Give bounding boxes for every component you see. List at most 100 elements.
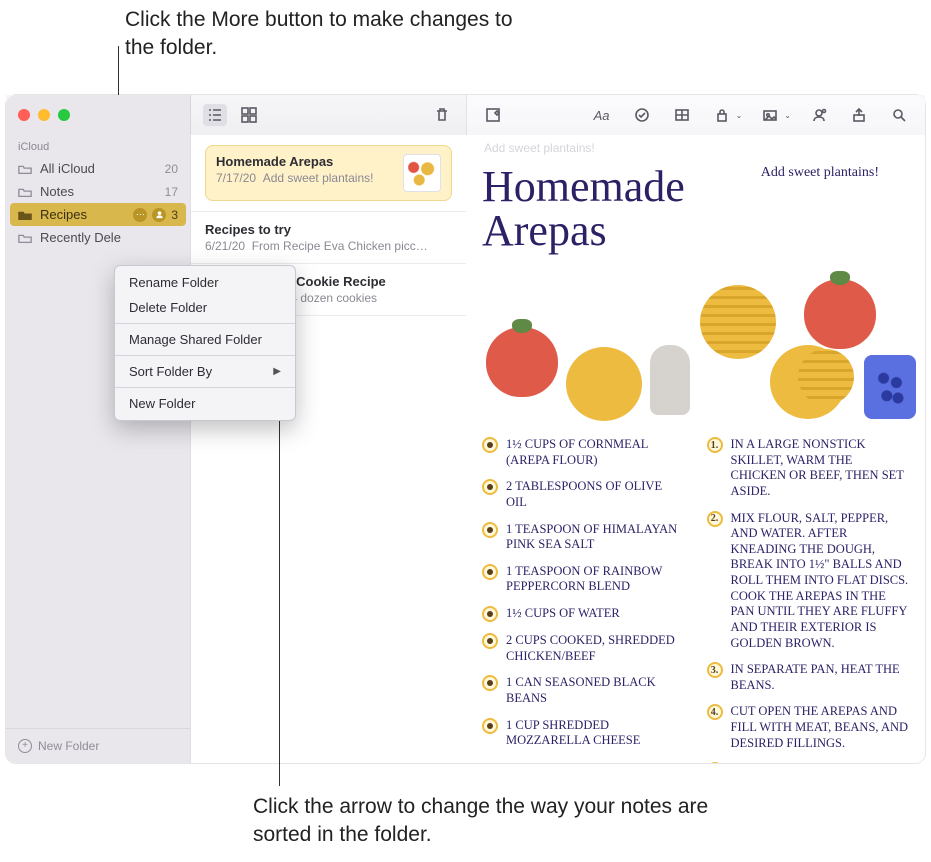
bullet-icon: [482, 522, 498, 538]
minimize-window-button[interactable]: [38, 109, 50, 121]
step-text: In separate pan, heat the beans.: [731, 662, 910, 693]
step-text: In a large nonstick skillet, warm the ch…: [731, 437, 910, 500]
sidebar-item-count: 17: [165, 185, 178, 199]
bullet-icon: [482, 675, 498, 691]
recipe-columns: 1½ cups of cornmeal (arepa flour) 2 table…: [482, 437, 909, 763]
bullet-icon: [482, 437, 498, 453]
callout-top: Click the More button to make changes to…: [125, 6, 545, 63]
sidebar-section-heading: iCloud: [6, 135, 190, 157]
note-subtitle: s 4 dozen cookies: [281, 291, 452, 305]
ingredient-text: 2 tablespoons of olive oil: [506, 479, 685, 510]
handwritten-sticker: Add sweet plantains!: [761, 165, 879, 181]
toolbar-note-zone: Aa ⌄ ⌄: [466, 95, 925, 135]
step-item: 2. Mix flour, salt, pepper, and water. Af…: [707, 511, 910, 652]
ingredient-item: 1½ cups of water: [482, 606, 685, 622]
new-note-button[interactable]: [481, 104, 505, 126]
sidebar-item-label: Notes: [40, 184, 74, 199]
menu-separator: [115, 387, 295, 388]
sidebar-item-recipes[interactable]: Recipes ⋯ 3: [10, 203, 186, 226]
menu-separator: [115, 355, 295, 356]
callout-bottom: Click the arrow to change the way your n…: [253, 793, 713, 850]
ingredient-item: 2 tablespoons of olive oil: [482, 479, 685, 510]
bullet-icon: [482, 718, 498, 734]
folder-icon: [18, 209, 32, 221]
step-item: 4. Cut open the arepas and fill with meat…: [707, 704, 910, 751]
sidebar-item-notes[interactable]: Notes 17: [6, 180, 190, 203]
sidebar-item-recently-deleted[interactable]: Recently Dele: [6, 226, 190, 249]
sidebar-item-all-icloud[interactable]: All iCloud 20: [6, 157, 190, 180]
sidebar-item-label: Recipes: [40, 207, 87, 222]
ingredient-text: 1 cup shredded mozzarella cheese: [506, 718, 685, 749]
menu-item[interactable]: Sort Folder By▶: [115, 359, 295, 384]
ingredient-item: 1 cup shredded mozzarella cheese: [482, 718, 685, 749]
share-button[interactable]: [847, 104, 871, 126]
shared-icon: [152, 208, 166, 222]
checklist-button[interactable]: [630, 104, 654, 126]
bullet-icon: [482, 633, 498, 649]
new-folder-button[interactable]: + New Folder: [6, 728, 190, 763]
toolbar-sidebar-zone: [6, 95, 190, 135]
collaborate-button[interactable]: [807, 104, 831, 126]
step-text: Serve with rice.: [731, 762, 840, 763]
ingredient-text: 1½ cups of cornmeal (arepa flour): [506, 437, 685, 468]
bullet-icon: [482, 564, 498, 580]
sidebar-item-label: Recently Dele: [40, 230, 121, 245]
folder-icon: [18, 163, 32, 175]
photo-icon: [758, 104, 782, 126]
ingredient-item: 1 teaspoon of rainbow peppercorn blend: [482, 564, 685, 595]
folder-context-menu: Rename FolderDelete Folder Manage Shared …: [114, 265, 296, 421]
ingredient-text: 1 can seasoned black beans: [506, 675, 685, 706]
note-item-selected[interactable]: Homemade Arepas 7/17/20 Add sweet planta…: [191, 135, 466, 212]
bullet-icon: [482, 479, 498, 495]
media-menu[interactable]: ⌄: [758, 104, 791, 126]
more-button[interactable]: ⋯: [133, 208, 147, 222]
table-button[interactable]: [670, 104, 694, 126]
notes-list: Homemade Arepas 7/17/20 Add sweet planta…: [190, 135, 466, 763]
note-title: ip Cookie Recipe: [281, 274, 452, 289]
step-text: Mix flour, salt, pepper, and water. Afte…: [731, 511, 910, 652]
menu-item[interactable]: Delete Folder: [115, 295, 295, 320]
menu-separator: [115, 323, 295, 324]
ingredient-item: 2 cups cooked, shredded chicken/beef: [482, 633, 685, 664]
tomato-illustration: [486, 327, 558, 397]
text-format-button[interactable]: Aa: [590, 104, 614, 126]
trash-button[interactable]: [430, 104, 454, 126]
ingredients-column: 1½ cups of cornmeal (arepa flour) 2 table…: [482, 437, 685, 763]
menu-item[interactable]: Rename Folder: [115, 270, 295, 295]
menu-item[interactable]: Manage Shared Folder: [115, 327, 295, 352]
close-window-button[interactable]: [18, 109, 30, 121]
submenu-arrow-icon: ▶: [273, 366, 281, 377]
zoom-window-button[interactable]: [58, 109, 70, 121]
note-item[interactable]: Recipes to try 6/21/20 From Recipe Eva C…: [191, 212, 466, 264]
lock-menu[interactable]: ⌄: [710, 104, 743, 126]
lock-icon: [710, 104, 734, 126]
gallery-view-button[interactable]: [237, 104, 261, 126]
step-item: 3.In separate pan, heat the beans.: [707, 662, 910, 693]
step-text: Cut open the arepas and fill with meat, …: [731, 704, 910, 751]
sidebar-item-count: 20: [165, 162, 178, 176]
window-toolbar: Aa ⌄ ⌄: [6, 95, 925, 135]
folder-icon: [18, 186, 32, 198]
note-subtitle: 6/21/20 From Recipe Eva Chicken picc…: [205, 239, 452, 253]
lemon-illustration: [798, 349, 854, 405]
menu-item[interactable]: New Folder: [115, 391, 295, 416]
ingredient-text: 2 cups cooked, shredded chicken/beef: [506, 633, 685, 664]
window-controls: [18, 109, 70, 121]
illustration-row: [482, 261, 909, 431]
step-number-icon: 4.: [707, 704, 723, 720]
note-drawing: HomemadeArepas Add sweet plantains! 1½ c…: [482, 165, 909, 763]
ingredient-item: 1 can seasoned black beans: [482, 675, 685, 706]
note-canvas[interactable]: Add sweet plantains! HomemadeArepas Add …: [466, 135, 925, 763]
chevron-down-icon: ⌄: [784, 111, 791, 120]
jar-illustration: [864, 355, 916, 419]
ingredient-item: 1½ cups of cornmeal (arepa flour): [482, 437, 685, 468]
lemon-illustration: [700, 285, 776, 359]
step-number-icon: 2.: [707, 511, 723, 527]
note-header-faded: Add sweet plantains!: [484, 141, 595, 155]
note-subtitle: 7/17/20 Add sweet plantains!: [216, 171, 393, 185]
sidebar-item-count: 3: [171, 208, 178, 222]
lemon-illustration: [566, 347, 642, 421]
search-button[interactable]: [887, 104, 911, 126]
list-view-button[interactable]: [203, 104, 227, 126]
sidebar: iCloud All iCloud 20 Notes 17 Recipes ⋯ …: [6, 135, 190, 763]
